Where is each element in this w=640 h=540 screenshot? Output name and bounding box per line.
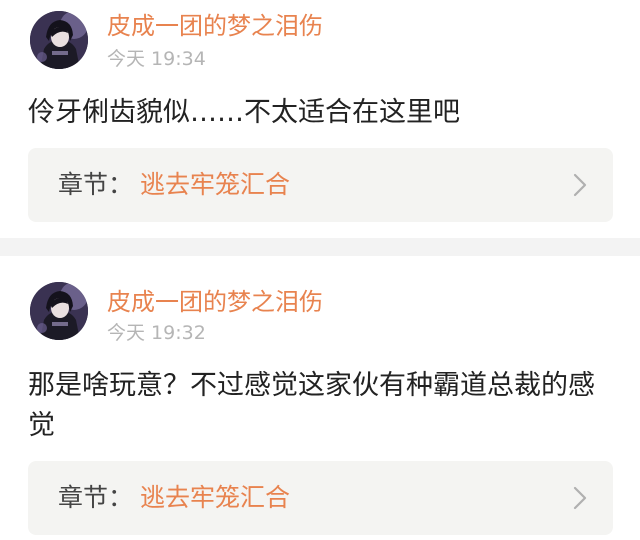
avatar[interactable] [30,282,88,340]
chapter-label: 章节： [58,483,134,512]
chapter-title: 逃去牢笼汇合 [140,483,291,512]
chapter-label: 章节： [58,170,134,199]
avatar-image [30,282,88,340]
timestamp: 今天 19:32 [107,322,206,344]
username[interactable]: 皮成一团的梦之泪伤 [107,12,323,40]
comment-text: 那是啥玩意？不过感觉这家伙有种霸道总裁的感觉 [28,370,595,441]
chapter-link-card[interactable]: 章节： 逃去牢笼汇合 [28,461,613,535]
avatar[interactable] [30,11,88,69]
comment-text: 伶牙俐齿貌似……不太适合在这里吧 [28,97,460,128]
chapter-title: 逃去牢笼汇合 [140,170,291,199]
avatar-image [30,11,88,69]
divider [0,238,640,256]
chapter-link-card[interactable]: 章节： 逃去牢笼汇合 [28,148,613,222]
chevron-right-icon [573,173,587,197]
comment-item: 皮成一团的梦之泪伤 今天 19:32 那是啥玩意？不过感觉这家伙有种霸道总裁的感… [0,256,640,540]
username[interactable]: 皮成一团的梦之泪伤 [107,288,323,316]
comment-item: 皮成一团的梦之泪伤 今天 19:34 伶牙俐齿貌似……不太适合在这里吧 章节： … [0,0,640,238]
chevron-right-icon [573,486,587,510]
timestamp: 今天 19:34 [107,48,206,70]
comment-feed: 皮成一团的梦之泪伤 今天 19:34 伶牙俐齿貌似……不太适合在这里吧 章节： … [0,0,640,540]
